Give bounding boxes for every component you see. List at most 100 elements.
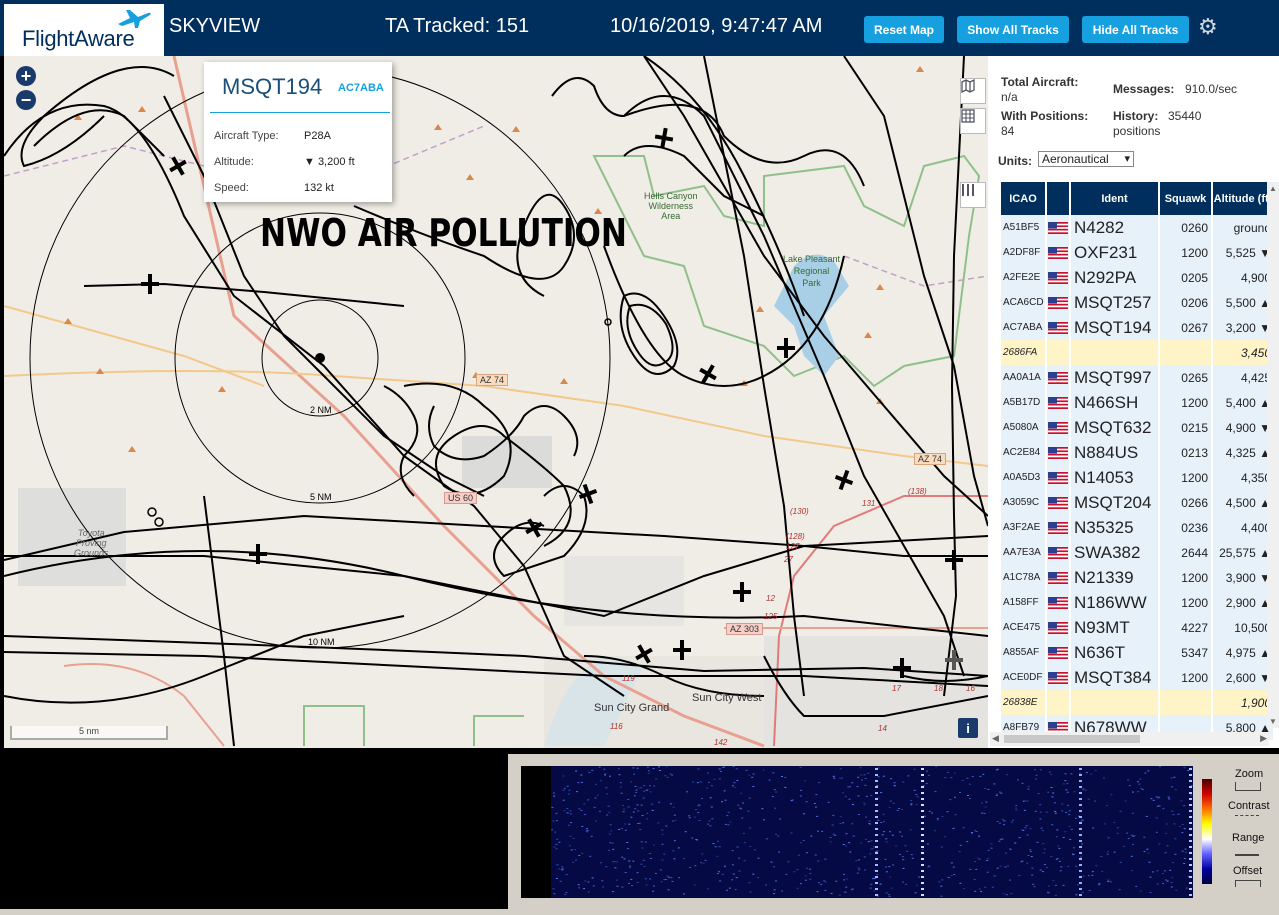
row-squawk: 0215 — [1160, 415, 1211, 440]
row-flag — [1047, 215, 1069, 240]
us-flag-icon — [1048, 672, 1068, 685]
table-row[interactable]: A2DF8F OXF231 1200 5,525 ▼ — [1001, 240, 1273, 265]
units-select[interactable]: Aeronautical — [1038, 151, 1134, 167]
table-row[interactable]: A3F2AE N35325 0236 4,400 — [1001, 515, 1273, 540]
zoom-out-button[interactable]: − — [16, 90, 36, 110]
popup-ident: MSQT194 — [222, 74, 323, 99]
us-flag-icon — [1048, 447, 1068, 460]
row-ident: MSQT384 — [1071, 665, 1158, 690]
table-row[interactable]: AA0A1A MSQT997 0265 4,425 — [1001, 365, 1273, 390]
current-datetime: 10/16/2019, 9:47:47 AM — [610, 15, 823, 37]
row-squawk: 1200 — [1160, 665, 1211, 690]
contrast-label: Contrast — [1228, 800, 1270, 812]
table-row[interactable]: AC2E84 N884US 0213 4,325 ▲ — [1001, 440, 1273, 465]
road-label-125: 125 — [764, 612, 778, 621]
row-ident: N14053 — [1071, 465, 1158, 490]
history-label: History: — [1113, 109, 1159, 123]
offset-slider[interactable] — [1235, 880, 1261, 887]
messages-value: 910.0/sec — [1185, 82, 1238, 96]
col-icao[interactable]: ICAO — [1001, 182, 1045, 215]
flightaware-logo[interactable]: FlightAware — [4, 4, 164, 56]
row-icao: A1C78A — [1001, 565, 1045, 590]
road-label-128: (128) — [786, 532, 805, 541]
row-icao: ACE0DF — [1001, 665, 1045, 690]
total-aircraft-label: Total Aircraft: — [1001, 75, 1079, 89]
row-icao: A855AF — [1001, 640, 1045, 665]
road-label-142: 142 — [714, 738, 728, 747]
map-view[interactable]: 2 NM 5 NM 10 NM Hells Canyon Wilderness Ar… — [4, 56, 988, 748]
table-row[interactable]: A51BF5 N4282 0260 ground — [1001, 215, 1273, 240]
row-icao: 26838E — [1001, 690, 1045, 715]
range-slider[interactable] — [1235, 848, 1259, 856]
table-row[interactable]: A0A5D3 N14053 1200 4,350 — [1001, 465, 1273, 490]
row-squawk: 2644 — [1160, 540, 1211, 565]
zoom-slider[interactable] — [1235, 782, 1261, 791]
table-row[interactable]: A855AF N636T 5347 4,975 ▲ — [1001, 640, 1273, 665]
row-squawk: 1200 — [1160, 390, 1211, 415]
hide-all-tracks-button[interactable]: Hide All Tracks — [1082, 16, 1189, 43]
table-row[interactable]: A158FF N186WW 1200 2,900 ▲ — [1001, 590, 1273, 615]
row-squawk: 0236 — [1160, 515, 1211, 540]
row-squawk: 1200 — [1160, 240, 1211, 265]
contrast-slider[interactable] — [1235, 815, 1259, 822]
show-all-tracks-button[interactable]: Show All Tracks — [957, 16, 1069, 43]
waterfall-display[interactable] — [521, 766, 1193, 898]
row-ident: MSQT204 — [1071, 490, 1158, 515]
table-row[interactable]: 2686FA 3,450 — [1001, 340, 1273, 365]
col-altitude[interactable]: Altitude (ft) — [1213, 182, 1273, 215]
table-row[interactable]: ACE475 N93MT 4227 10,500 — [1001, 615, 1273, 640]
road-label-us60: US 60 — [444, 492, 478, 504]
map-canvas[interactable] — [4, 56, 988, 748]
table-vertical-scrollbar[interactable]: ▲ ▼ — [1267, 182, 1279, 728]
row-squawk: 1200 — [1160, 465, 1211, 490]
zoom-in-button[interactable]: + — [16, 66, 36, 86]
tracked-count: TA Tracked: 151 — [385, 15, 530, 37]
row-squawk: 5347 — [1160, 640, 1211, 665]
table-row[interactable]: ACE0DF MSQT384 1200 2,600 ▼ — [1001, 665, 1273, 690]
row-altitude: 1,900 — [1213, 690, 1273, 715]
table-row[interactable]: A3059C MSQT204 0266 4,500 ▲ — [1001, 490, 1273, 515]
us-flag-icon — [1048, 397, 1068, 410]
row-squawk: 0206 — [1160, 290, 1211, 315]
grid-icon[interactable] — [960, 108, 986, 134]
row-flag — [1047, 240, 1069, 265]
table-row[interactable]: 26838E 1,900 — [1001, 690, 1273, 715]
table-row[interactable]: A5B17D N466SH 1200 5,400 ▲ — [1001, 390, 1273, 415]
app-name: SKYVIEW — [169, 15, 261, 37]
row-flag — [1047, 590, 1069, 615]
table-row[interactable]: AA7E3A SWA382 2644 25,575 ▲ — [1001, 540, 1273, 565]
table-row[interactable]: A2FE2E N292PA 0205 4,900 — [1001, 265, 1273, 290]
table-horizontal-scrollbar[interactable]: ◀ ▶ — [990, 732, 1269, 746]
row-altitude: 5,500 ▲ — [1213, 290, 1273, 315]
row-ident: N35325 — [1071, 515, 1158, 540]
row-flag — [1047, 490, 1069, 515]
row-flag — [1047, 340, 1069, 365]
popup-divider — [210, 112, 390, 113]
aircraft-table: ICAO Ident Squawk Altitude (ft) A51BF5 N4… — [999, 182, 1275, 740]
row-ident — [1071, 690, 1158, 715]
gear-icon[interactable]: ⚙ — [1198, 14, 1218, 40]
logo-text: FlightAware — [22, 26, 135, 51]
row-altitude: 4,900 ▼ — [1213, 415, 1273, 440]
col-ident[interactable]: Ident — [1071, 182, 1158, 215]
table-row[interactable]: A1C78A N21339 1200 3,900 ▼ — [1001, 565, 1273, 590]
history-value: 35440 — [1168, 109, 1202, 123]
row-ident: SWA382 — [1071, 540, 1158, 565]
ring-label-5nm: 5 NM — [310, 492, 332, 502]
row-altitude: 4,400 — [1213, 515, 1273, 540]
col-squawk[interactable]: Squawk — [1160, 182, 1211, 215]
table-row[interactable]: A5080A MSQT632 0215 4,900 ▼ — [1001, 415, 1273, 440]
map-layers-icon[interactable] — [960, 78, 986, 104]
table-row[interactable]: AC7ABA MSQT194 0267 3,200 ▼ — [1001, 315, 1273, 340]
info-icon[interactable]: i — [958, 718, 978, 738]
units-label: Units: — [998, 154, 1032, 168]
with-positions-label: With Positions: — [1001, 109, 1089, 123]
popup-hex[interactable]: AC7ABA — [338, 82, 384, 94]
table-row[interactable]: ACA6CD MSQT257 0206 5,500 ▲ — [1001, 290, 1273, 315]
row-squawk: 0260 — [1160, 215, 1211, 240]
row-ident — [1071, 340, 1158, 365]
scroll-thumb[interactable] — [1004, 735, 1140, 743]
reset-map-button[interactable]: Reset Map — [864, 16, 944, 43]
columns-icon[interactable] — [960, 182, 986, 208]
col-flag[interactable] — [1047, 182, 1069, 215]
